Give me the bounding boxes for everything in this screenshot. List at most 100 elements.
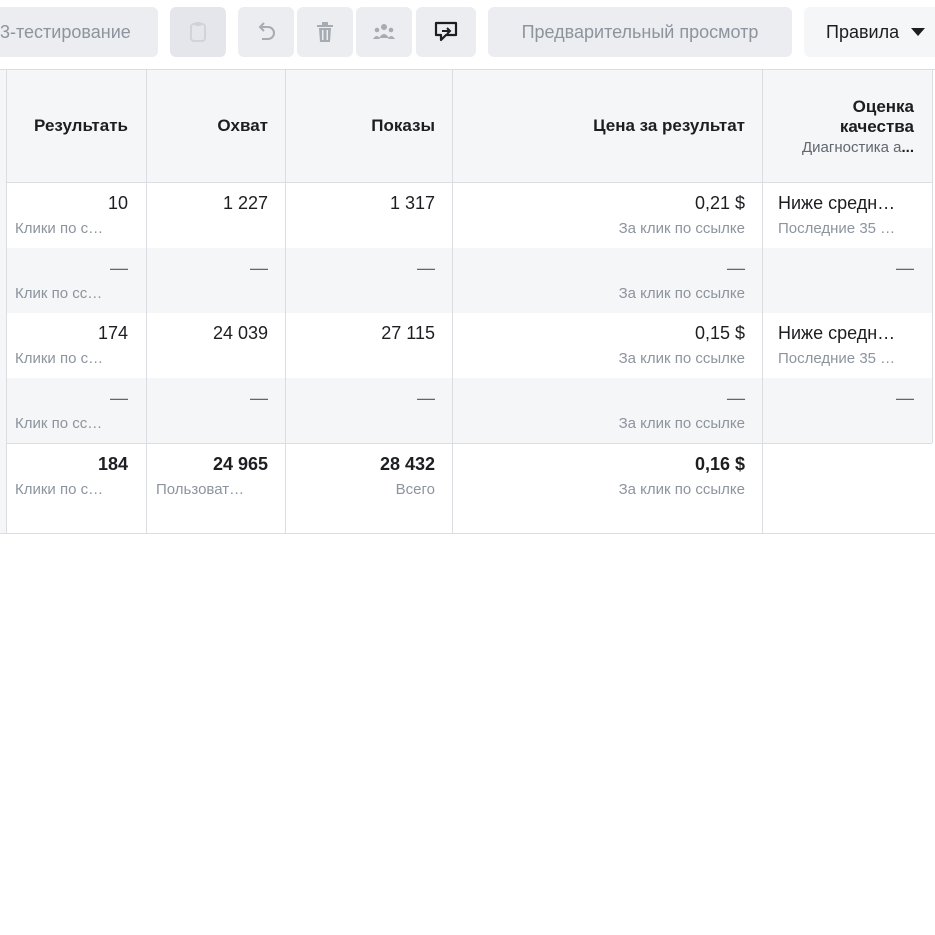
quality-value: Ниже средн…: [778, 323, 896, 343]
result-type: Клики по с…: [15, 220, 104, 237]
col-header-cost-label: Цена за результат: [593, 116, 745, 135]
undo-button[interactable]: [238, 7, 294, 57]
total-reach: 24 965 Пользоват…: [146, 444, 286, 532]
cell-impressions: 27 115: [286, 313, 453, 378]
chevron-down-icon: [911, 28, 926, 36]
preview-button[interactable]: Предварительный просмотр: [488, 7, 792, 57]
quality-sub: Последние 35 …: [778, 220, 896, 237]
table-left-rail: [0, 70, 7, 533]
quality-value: Ниже средн…: [778, 193, 896, 213]
reach-value: —: [250, 258, 268, 278]
quality-sub-prefix: Диагностика а: [802, 138, 902, 156]
cost-value: 0,21 $: [694, 193, 745, 213]
cost-type: За клик по ссылке: [618, 350, 745, 367]
cell-impressions: —: [286, 378, 453, 443]
col-header-cost-per-result[interactable]: Цена за результат: [453, 70, 763, 182]
cell-result: 10 Клики по с…: [7, 183, 146, 248]
reach-value: —: [250, 388, 268, 408]
total-impressions: 28 432 Всего: [286, 444, 453, 532]
ab-test-label: 3-тестирование: [0, 21, 131, 42]
people-icon: [372, 22, 396, 42]
total-impressions-value: 28 432: [379, 454, 435, 474]
total-cost-type: За клик по ссылке: [618, 481, 745, 498]
quality-sub: Последние 35 …: [778, 350, 896, 367]
col-header-quality[interactable]: Оценка качества Диагностика а...: [763, 70, 932, 182]
col-header-impressions[interactable]: Показы: [286, 70, 453, 182]
cell-quality: —: [763, 248, 932, 313]
col-header-quality-sub: Диагностика а...: [802, 139, 914, 156]
total-cost: 0,16 $ За клик по ссылке: [453, 444, 763, 532]
cost-value: 0,15 $: [694, 323, 745, 343]
results-table: Результать Охват Показы Цена за результа…: [0, 69, 935, 534]
col-header-reach[interactable]: Охват: [146, 70, 286, 182]
cell-cost: 0,15 $ За клик по ссылке: [453, 313, 763, 378]
total-result-value: 184: [97, 454, 128, 474]
reach-value: 24 039: [212, 323, 268, 343]
preview-label: Предварительный просмотр: [521, 21, 759, 42]
cell-quality: —: [763, 378, 932, 443]
rules-label: Правила: [826, 21, 900, 42]
result-value: 174: [97, 323, 128, 343]
col-header-result[interactable]: Результать: [7, 70, 146, 182]
total-impressions-type: Всего: [395, 481, 435, 498]
share-button[interactable]: [416, 7, 476, 57]
share-icon: [433, 20, 459, 44]
total-reach-type: Пользоват…: [156, 481, 245, 498]
cell-reach: 1 227: [146, 183, 286, 248]
cost-value: —: [727, 258, 745, 278]
trash-icon: [315, 21, 335, 43]
reach-value: 1 227: [222, 193, 268, 213]
cell-result: 174 Клики по с…: [7, 313, 146, 378]
cost-type: За клик по ссылке: [618, 220, 745, 237]
col-header-impressions-label: Показы: [371, 116, 435, 135]
col-header-quality-line2: качества: [839, 116, 914, 136]
result-value: —: [110, 388, 128, 408]
cell-reach: 24 039: [146, 313, 286, 378]
column-divider: [146, 70, 147, 533]
result-type: Клик по сс…: [15, 415, 103, 432]
col-header-result-label: Результать: [34, 116, 128, 135]
impressions-value: —: [417, 258, 435, 278]
impressions-value: 27 115: [381, 323, 435, 343]
quality-sub-ellipsis: ...: [901, 138, 914, 156]
cell-result: — Клик по сс…: [7, 248, 146, 313]
column-divider: [762, 70, 763, 533]
cost-type: За клик по ссылке: [618, 285, 745, 302]
rules-dropdown[interactable]: Правила: [804, 7, 935, 57]
impressions-value: —: [417, 388, 435, 408]
cell-result: — Клик по сс…: [7, 378, 146, 443]
result-value: 10: [107, 193, 128, 213]
result-type: Клики по с…: [15, 350, 104, 367]
total-result-type: Клики по с…: [15, 481, 104, 498]
total-quality: [763, 444, 932, 532]
clipboard-button[interactable]: [170, 7, 226, 57]
quality-value: —: [896, 388, 914, 408]
result-type: Клик по сс…: [15, 285, 103, 302]
result-value: —: [110, 258, 128, 278]
ab-test-button[interactable]: 3-тестирование: [0, 7, 158, 57]
audience-button[interactable]: [356, 7, 412, 57]
total-reach-value: 24 965: [212, 454, 268, 474]
cell-cost: — За клик по ссылке: [453, 248, 763, 313]
cell-cost: — За клик по ссылке: [453, 378, 763, 443]
cell-quality: Ниже средн… Последние 35 …: [763, 313, 932, 378]
quality-value: —: [896, 258, 914, 278]
column-divider: [452, 70, 453, 533]
undo-icon: [255, 21, 277, 43]
cost-value: —: [727, 388, 745, 408]
col-header-reach-label: Охват: [217, 116, 268, 135]
clipboard-icon: [189, 21, 207, 43]
total-cost-value: 0,16 $: [694, 454, 745, 474]
col-header-quality-line1: Оценка: [852, 96, 914, 116]
cell-quality: Ниже средн… Последние 35 …: [763, 183, 932, 248]
delete-button[interactable]: [297, 7, 353, 57]
column-divider: [285, 70, 286, 533]
toolbar: 3-тестирование Предварительный просмотр …: [0, 7, 935, 57]
cell-reach: —: [146, 248, 286, 313]
cell-impressions: 1 317: [286, 183, 453, 248]
cell-cost: 0,21 $ За клик по ссылке: [453, 183, 763, 248]
impressions-value: 1 317: [389, 193, 435, 213]
cell-reach: —: [146, 378, 286, 443]
cell-impressions: —: [286, 248, 453, 313]
total-result: 184 Клики по с…: [7, 444, 146, 532]
